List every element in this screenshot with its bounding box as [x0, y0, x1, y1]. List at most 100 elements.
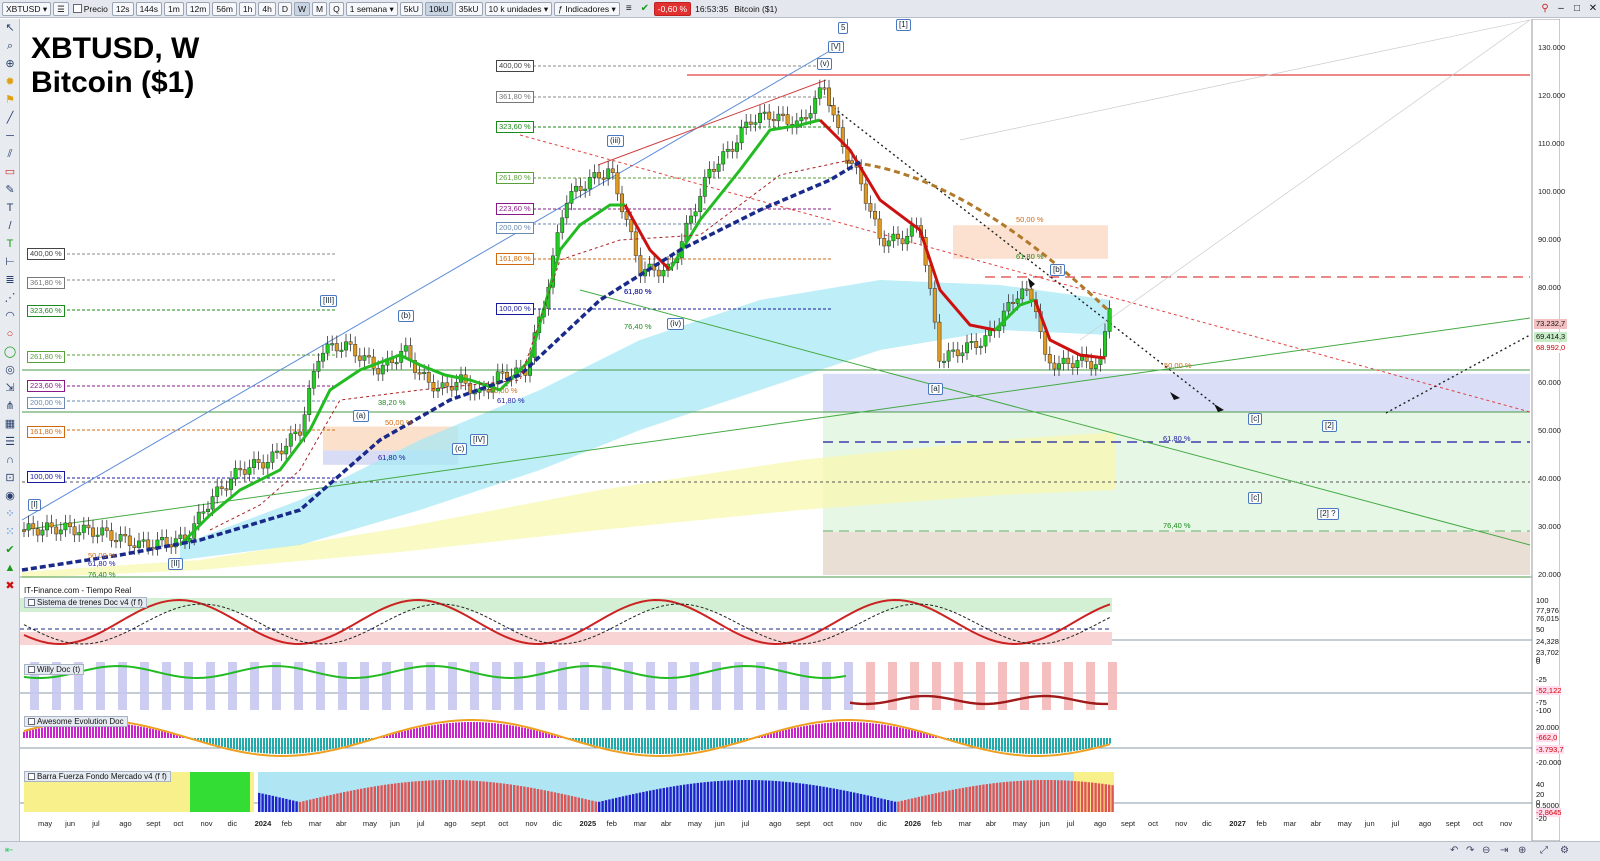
fuerza-bar — [849, 791, 852, 812]
candle — [693, 211, 698, 217]
line-tool-icon[interactable]: / — [1, 218, 19, 235]
fuerza-bar — [292, 800, 295, 812]
pitchfork-icon[interactable]: ⋔ — [1, 398, 19, 415]
timeframe-12m-button[interactable]: 12m — [185, 1, 211, 16]
thumbs-icon[interactable]: ▲ — [1, 560, 19, 577]
rectangle-icon[interactable]: ▭ — [1, 164, 19, 181]
fuerza-bar — [258, 792, 261, 812]
timeframe-q-button[interactable]: Q — [329, 1, 344, 16]
panel-visibility-checkbox[interactable] — [28, 599, 35, 606]
indicator-panel-label-1[interactable]: Sistema de trenes Doc v4 (f f) — [24, 597, 147, 608]
chart-settings-icon[interactable]: ⚲ — [1538, 2, 1552, 16]
settings-icon[interactable]: ⚙ — [1560, 845, 1569, 856]
fuerza-bar — [880, 798, 883, 812]
instrument-list-icon[interactable]: ☰ — [53, 1, 69, 16]
timeframe-56m-button[interactable]: 56m — [212, 1, 237, 16]
zoom-out-icon[interactable]: ⊖ — [1482, 845, 1490, 856]
candle — [1066, 357, 1071, 364]
fuerza-bar — [798, 783, 801, 812]
fib-fan-icon[interactable]: ⋰ — [1, 290, 19, 307]
fuerza-bar — [771, 780, 774, 812]
minimize-icon[interactable]: – — [1554, 2, 1568, 16]
candle — [201, 511, 206, 514]
fuerza-bar — [295, 801, 298, 812]
timeframe-144s-button[interactable]: 144s — [135, 1, 162, 16]
text-box-icon[interactable]: T — [1, 236, 19, 253]
symbol-select[interactable]: XBTUSD ▾ — [2, 1, 52, 16]
tick-10ku-button[interactable]: 10kU — [424, 1, 453, 16]
candle — [403, 345, 408, 352]
timeframe-12s-button[interactable]: 12s — [111, 1, 134, 16]
candle — [252, 459, 256, 468]
timeframe-1h-button[interactable]: 1h — [238, 1, 257, 16]
list-icon[interactable]: ≡ — [622, 2, 636, 16]
dots2-icon[interactable]: ⁙ — [1, 524, 19, 541]
measure-icon[interactable]: ⇲ — [1, 380, 19, 397]
wave-label: (a) — [353, 410, 369, 422]
dots-icon[interactable]: ⁘ — [1, 506, 19, 523]
magnet-icon[interactable]: ∩ — [1, 452, 19, 469]
fuerza-bar — [938, 792, 941, 812]
zoom-area-icon[interactable]: ⊕ — [1, 56, 19, 73]
grid-icon[interactable]: ▦ — [1, 416, 19, 433]
units-select[interactable]: 10 k unidades ▾ — [484, 1, 553, 16]
timeframe-w-button[interactable]: W — [293, 1, 311, 16]
channel-icon[interactable]: ⫽ — [1, 146, 19, 163]
tick-35ku-button[interactable]: 35kU — [454, 1, 483, 16]
fuerza-bar — [475, 780, 478, 812]
panel-visibility-checkbox[interactable] — [28, 718, 35, 725]
scroll-right-icon[interactable]: ⇥ — [1500, 845, 1508, 856]
alert-icon[interactable]: ✔ — [1, 542, 19, 559]
check-icon[interactable]: ✔ — [638, 2, 652, 16]
zoom-icon[interactable]: ⌕ — [1, 38, 19, 55]
eye-icon[interactable]: ◉ — [1, 488, 19, 505]
timeframe-m-button[interactable]: M — [312, 1, 328, 16]
panel-visibility-checkbox[interactable] — [28, 666, 35, 673]
fuerza-bar — [530, 787, 533, 812]
fuerza-bar — [577, 797, 580, 812]
timeframe-d-button[interactable]: D — [277, 1, 292, 16]
zoom-in-icon[interactable]: ⊕ — [1518, 845, 1526, 856]
fuerza-bar — [536, 788, 540, 812]
undo-icon[interactable]: ↶ — [1450, 845, 1458, 856]
candle — [965, 342, 969, 354]
delete-icon[interactable]: ✖ — [1, 578, 19, 595]
indicator-panel-label-4[interactable]: Barra Fuerza Fondo Mercado v4 (f f) — [24, 771, 171, 782]
scroll-left-icon[interactable]: ⇤ — [5, 845, 13, 856]
close-icon[interactable]: ✕ — [1586, 2, 1600, 16]
circle-icon[interactable]: ○ — [1, 326, 19, 343]
redo-icon[interactable]: ↷ — [1466, 845, 1474, 856]
text-icon[interactable]: T — [1, 200, 19, 217]
pencil-icon[interactable]: ✎ — [1, 182, 19, 199]
period-select[interactable]: 1 semana ▾ — [345, 1, 398, 16]
candle — [72, 526, 77, 536]
lock-icon[interactable]: ⊡ — [1, 470, 19, 487]
time-axis-label: sept — [1445, 819, 1461, 828]
candle — [445, 382, 450, 387]
ruler-icon[interactable]: ⊢ — [1, 254, 19, 271]
candle — [1093, 364, 1098, 370]
cycle-icon[interactable]: ◎ — [1, 362, 19, 379]
tick-5ku-button[interactable]: 5kU — [399, 1, 423, 16]
indicator-panel-label-2[interactable]: Willy Doc (t) — [24, 664, 85, 675]
horizontal-line-icon[interactable]: ─ — [1, 128, 19, 145]
maximize-icon[interactable]: □ — [1570, 2, 1584, 16]
flag-icon[interactable]: ⚑ — [1, 92, 19, 109]
indicator-panel-label-3[interactable]: Awesome Evolution Doc — [24, 716, 128, 727]
trendline-icon[interactable]: ╱ — [1, 110, 19, 127]
ellipse-icon[interactable]: ◯ — [1, 344, 19, 361]
legend-item-price[interactable]: Precio — [71, 2, 110, 16]
time-axis-label: nov — [1175, 819, 1188, 828]
timeframe-4h-button[interactable]: 4h — [258, 1, 276, 16]
cursor-icon[interactable]: ↖ — [1, 20, 19, 37]
arc-icon[interactable]: ◠ — [1, 308, 19, 325]
layers-icon[interactable]: ☰ — [1, 434, 19, 451]
indicator-value-tag: -20 — [1536, 814, 1547, 823]
fibonacci-icon[interactable]: ≣ — [1, 272, 19, 289]
fit-icon[interactable]: ⤢ — [1540, 845, 1548, 856]
timeframe-1m-button[interactable]: 1m — [164, 1, 184, 16]
bulb-icon[interactable]: ✹ — [1, 74, 19, 91]
panel-visibility-checkbox[interactable] — [28, 773, 35, 780]
indicators-button[interactable]: ƒ Indicadores ▾ — [554, 1, 620, 16]
fuerza-bar — [822, 786, 825, 812]
